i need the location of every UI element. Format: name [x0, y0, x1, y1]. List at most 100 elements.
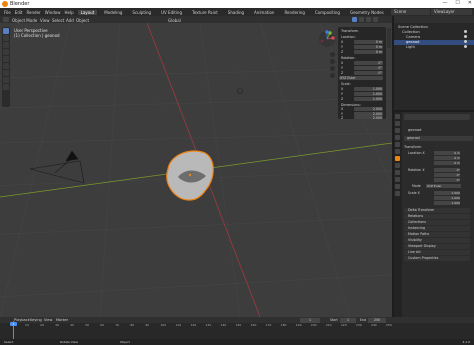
- render-tab-icon[interactable]: [395, 121, 400, 126]
- outliner-item-light[interactable]: Light: [406, 45, 415, 49]
- data-tab-icon[interactable]: [395, 191, 400, 196]
- editor-type-icon[interactable]: [3, 17, 9, 22]
- transform-orientation-dropdown[interactable]: Global: [168, 18, 181, 23]
- menu-help[interactable]: Help: [64, 10, 73, 15]
- section-line-art[interactable]: Line Art: [404, 250, 470, 255]
- outliner-item-geonod[interactable]: geonod: [406, 40, 419, 44]
- rotate-tool-icon[interactable]: [3, 49, 9, 55]
- rotation-mode-dropdown[interactable]: XYZ Euler: [339, 76, 383, 80]
- visibility-eye-icon[interactable]: [464, 35, 467, 38]
- maximize-button[interactable]: ☐: [455, 0, 459, 8]
- mode-dropdown[interactable]: Object Mode: [12, 18, 37, 23]
- modifiers-tab-icon[interactable]: [395, 163, 400, 168]
- select-box-tool-icon[interactable]: [3, 28, 9, 34]
- prop-scale-x-field[interactable]: 1.000: [434, 191, 460, 195]
- tab-sculpting[interactable]: Sculpting: [129, 10, 154, 15]
- section-custom-properties[interactable]: Custom Properties: [404, 256, 470, 261]
- section-viewport-display[interactable]: Viewport Display: [404, 244, 470, 249]
- viewport-menu-view[interactable]: View: [40, 18, 50, 23]
- scene-tab-icon[interactable]: [395, 142, 400, 147]
- menu-render[interactable]: Render: [26, 10, 40, 15]
- outliner-item-collection[interactable]: Collection: [402, 30, 420, 34]
- view-layer-tab-icon[interactable]: [395, 135, 400, 140]
- transform-tool-icon[interactable]: [3, 63, 9, 69]
- render-shading-icon[interactable]: [366, 17, 371, 22]
- section-motion-paths[interactable]: Motion Paths: [404, 232, 470, 237]
- prop-rotation-z-field[interactable]: 0°: [434, 178, 460, 182]
- location-x-field[interactable]: 0 m: [354, 40, 383, 44]
- viewport-menu-object[interactable]: Object: [76, 18, 89, 23]
- output-tab-icon[interactable]: [395, 128, 400, 133]
- dimensions-z-field[interactable]: 2.000: [354, 116, 383, 120]
- close-button[interactable]: ✕: [468, 0, 472, 8]
- outliner-item-camera[interactable]: Camera: [406, 35, 420, 39]
- tab-animation[interactable]: Animation: [251, 10, 277, 15]
- timeline-menu-marker[interactable]: Marker: [56, 318, 68, 322]
- section-relations[interactable]: Relations: [404, 214, 470, 219]
- section-visibility[interactable]: Visibility: [404, 238, 470, 243]
- start-frame-field[interactable]: 1: [340, 317, 356, 323]
- viewport-menu-add[interactable]: Add: [66, 18, 74, 23]
- overlay-toggle-icon[interactable]: [373, 17, 378, 22]
- visibility-eye-icon[interactable]: [464, 45, 467, 48]
- timeline-menu-view[interactable]: View: [44, 318, 52, 322]
- scale-y-field[interactable]: 1.000: [354, 92, 383, 96]
- scale-tool-icon[interactable]: [3, 56, 9, 62]
- npanel-tabs[interactable]: [387, 28, 391, 48]
- menu-window[interactable]: Window: [45, 10, 61, 15]
- rotation-y-field[interactable]: 0°: [354, 66, 383, 70]
- rotation-z-field[interactable]: 0°: [354, 71, 383, 75]
- prop-rotation-x-field[interactable]: 0°: [434, 168, 460, 172]
- menu-file[interactable]: File: [4, 10, 11, 15]
- camera-view-icon[interactable]: [330, 66, 335, 71]
- view-layer-selector[interactable]: ViewLayer: [431, 9, 472, 15]
- minimize-button[interactable]: —: [442, 0, 447, 8]
- dimensions-x-field[interactable]: 2.000: [354, 107, 383, 111]
- visibility-eye-icon[interactable]: [464, 40, 467, 43]
- rotation-x-field[interactable]: 0°: [354, 61, 383, 65]
- visibility-eye-icon[interactable]: [464, 30, 467, 33]
- measure-tool-icon[interactable]: [3, 77, 9, 83]
- tab-shading[interactable]: Shading: [225, 10, 247, 15]
- tab-uv-editing[interactable]: UV Editing: [158, 10, 185, 15]
- timeline-menu-keying[interactable]: Keying: [30, 318, 42, 322]
- material-shading-icon[interactable]: [359, 17, 364, 22]
- tab-layout[interactable]: Layout: [77, 9, 98, 15]
- end-frame-field[interactable]: 250: [368, 317, 386, 323]
- zoom-icon[interactable]: [330, 52, 335, 57]
- tab-rendering[interactable]: Rendering: [281, 10, 307, 15]
- tab-geometry-nodes[interactable]: Geometry Nodes: [347, 10, 387, 15]
- tab-modeling[interactable]: Modeling: [101, 10, 125, 15]
- object-name-field[interactable]: geonod: [404, 136, 473, 141]
- pan-hand-icon[interactable]: [330, 59, 335, 64]
- prop-location-z-field[interactable]: 0 m: [434, 161, 460, 165]
- dimensions-y-field[interactable]: 2.000: [354, 111, 383, 116]
- location-y-field[interactable]: 0 m: [354, 45, 383, 49]
- timeline-ruler[interactable]: 0102030405060708090100110120130140150160…: [10, 323, 392, 328]
- prop-rotation-y-field[interactable]: 0°: [434, 173, 460, 177]
- outliner-scene-collection[interactable]: Scene Collection: [398, 25, 428, 29]
- ortho-toggle-icon[interactable]: [330, 73, 335, 78]
- solid-shading-icon[interactable]: [352, 17, 357, 22]
- viewport-menu-select[interactable]: Select: [52, 18, 64, 23]
- particles-tab-icon[interactable]: [395, 170, 400, 175]
- constraints-tab-icon[interactable]: [395, 184, 400, 189]
- prop-scale-z-field[interactable]: 1.000: [434, 201, 460, 205]
- prop-location-y-field[interactable]: 0 m: [434, 156, 460, 160]
- location-z-field[interactable]: 0 m: [354, 50, 383, 54]
- section-delta-transform[interactable]: Delta Transform: [404, 208, 470, 213]
- tab-compositing[interactable]: Compositing: [312, 10, 343, 15]
- physics-tab-icon[interactable]: [395, 177, 400, 182]
- tool-tab-icon[interactable]: [395, 114, 400, 119]
- properties-search-input[interactable]: [404, 114, 470, 120]
- object-tab-icon[interactable]: [395, 156, 400, 161]
- section-collections[interactable]: Collections: [404, 220, 470, 225]
- scene-selector[interactable]: Scene: [391, 9, 430, 15]
- transform-section-header[interactable]: Transform: [404, 145, 421, 149]
- world-tab-icon[interactable]: [395, 149, 400, 154]
- cursor-tool-icon[interactable]: [3, 35, 9, 41]
- prop-location-x-field[interactable]: 0 m: [434, 151, 460, 155]
- annotate-tool-icon[interactable]: [3, 70, 9, 76]
- add-cube-tool-icon[interactable]: [3, 84, 9, 90]
- navigation-gizmo[interactable]: [318, 30, 336, 48]
